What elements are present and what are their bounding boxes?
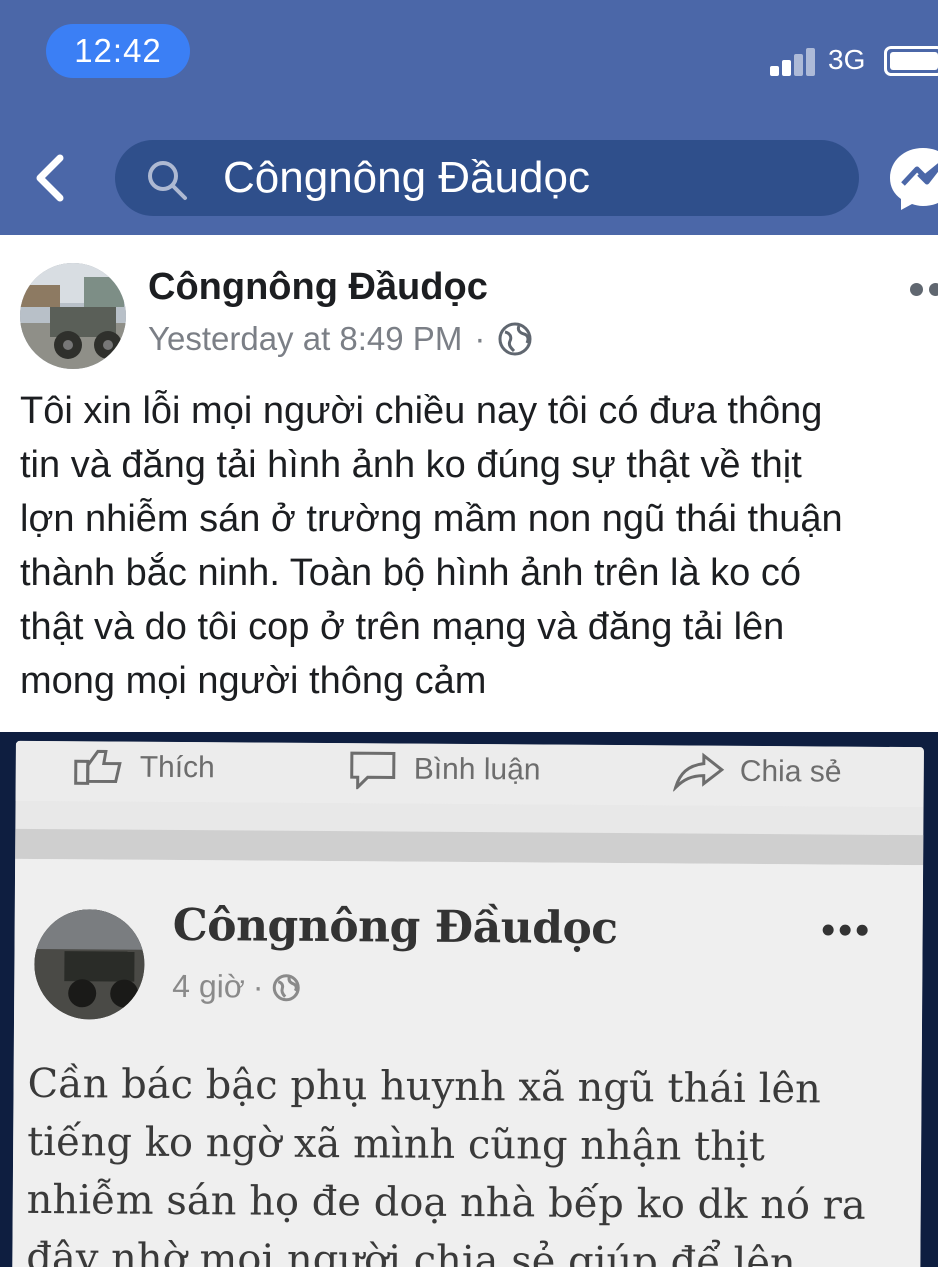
post-timestamp[interactable]: Yesterday at 8:49 PM bbox=[148, 320, 462, 358]
search-field[interactable]: Côngnông Đầudọc bbox=[115, 140, 859, 216]
photo-post-card: Côngnông Đầudọc 4 giờ · Cần bác bậc phụ … bbox=[12, 858, 924, 1267]
photo-post-options-icon bbox=[822, 924, 869, 938]
post-text: Tôi xin lỗi mọi người chiều nay tôi có đ… bbox=[20, 390, 843, 702]
signal-strength-icon bbox=[770, 46, 820, 76]
photo-post-timestamp: 4 giờ bbox=[172, 967, 245, 1005]
photographed-screen: Thích Bình luận Chia sẻ Côngnông Đầudọc … bbox=[12, 740, 924, 1267]
messenger-icon bbox=[890, 148, 938, 210]
chevron-left-icon bbox=[36, 154, 64, 202]
photo-comment-action: Bình luận bbox=[346, 749, 541, 790]
globe-icon bbox=[498, 322, 532, 356]
like-icon bbox=[74, 749, 122, 785]
status-time[interactable]: 12:42 bbox=[46, 24, 190, 78]
post-photo[interactable]: Thích Bình luận Chia sẻ Côngnông Đầudọc … bbox=[0, 732, 938, 1267]
meta-separator: · bbox=[474, 320, 486, 357]
avatar-photo bbox=[34, 908, 145, 1020]
photo-post-author: Côngnông Đầudọc bbox=[172, 899, 618, 955]
messenger-button[interactable] bbox=[888, 142, 938, 212]
photo-like-label: Thích bbox=[139, 750, 215, 785]
photo-author-avatar bbox=[34, 908, 145, 1020]
top-bar: 12:42 3G Côngnông Đầudọc bbox=[0, 0, 938, 235]
photo-share-label: Chia sẻ bbox=[739, 754, 842, 789]
globe-icon bbox=[272, 973, 300, 1001]
back-button[interactable] bbox=[28, 150, 74, 206]
battery-icon bbox=[884, 46, 938, 76]
network-type: 3G bbox=[828, 44, 866, 75]
post-author[interactable]: Côngnông Đầudọc bbox=[148, 266, 488, 309]
share-icon bbox=[672, 752, 725, 792]
author-avatar[interactable] bbox=[20, 263, 126, 369]
photo-like-action: Thích bbox=[72, 747, 215, 788]
photo-share-action: Chia sẻ bbox=[672, 751, 842, 792]
post-meta: Yesterday at 8:49 PM · bbox=[148, 320, 533, 358]
photo-comment-label: Bình luận bbox=[413, 752, 541, 787]
search-icon bbox=[148, 161, 187, 200]
comment-icon bbox=[350, 751, 396, 790]
photo-action-bar: Thích Bình luận Chia sẻ bbox=[15, 740, 924, 808]
photo-post-text: Cần bác bậc phụ huynh xã ngũ thái lên ti… bbox=[26, 1060, 866, 1267]
photo-meta-separator: · bbox=[252, 968, 264, 1005]
photo-post-meta: 4 giờ · bbox=[172, 968, 301, 1006]
search-query: Côngnông Đầudọc bbox=[223, 153, 590, 202]
post-options-button[interactable] bbox=[910, 283, 938, 299]
avatar-photo bbox=[20, 263, 126, 369]
